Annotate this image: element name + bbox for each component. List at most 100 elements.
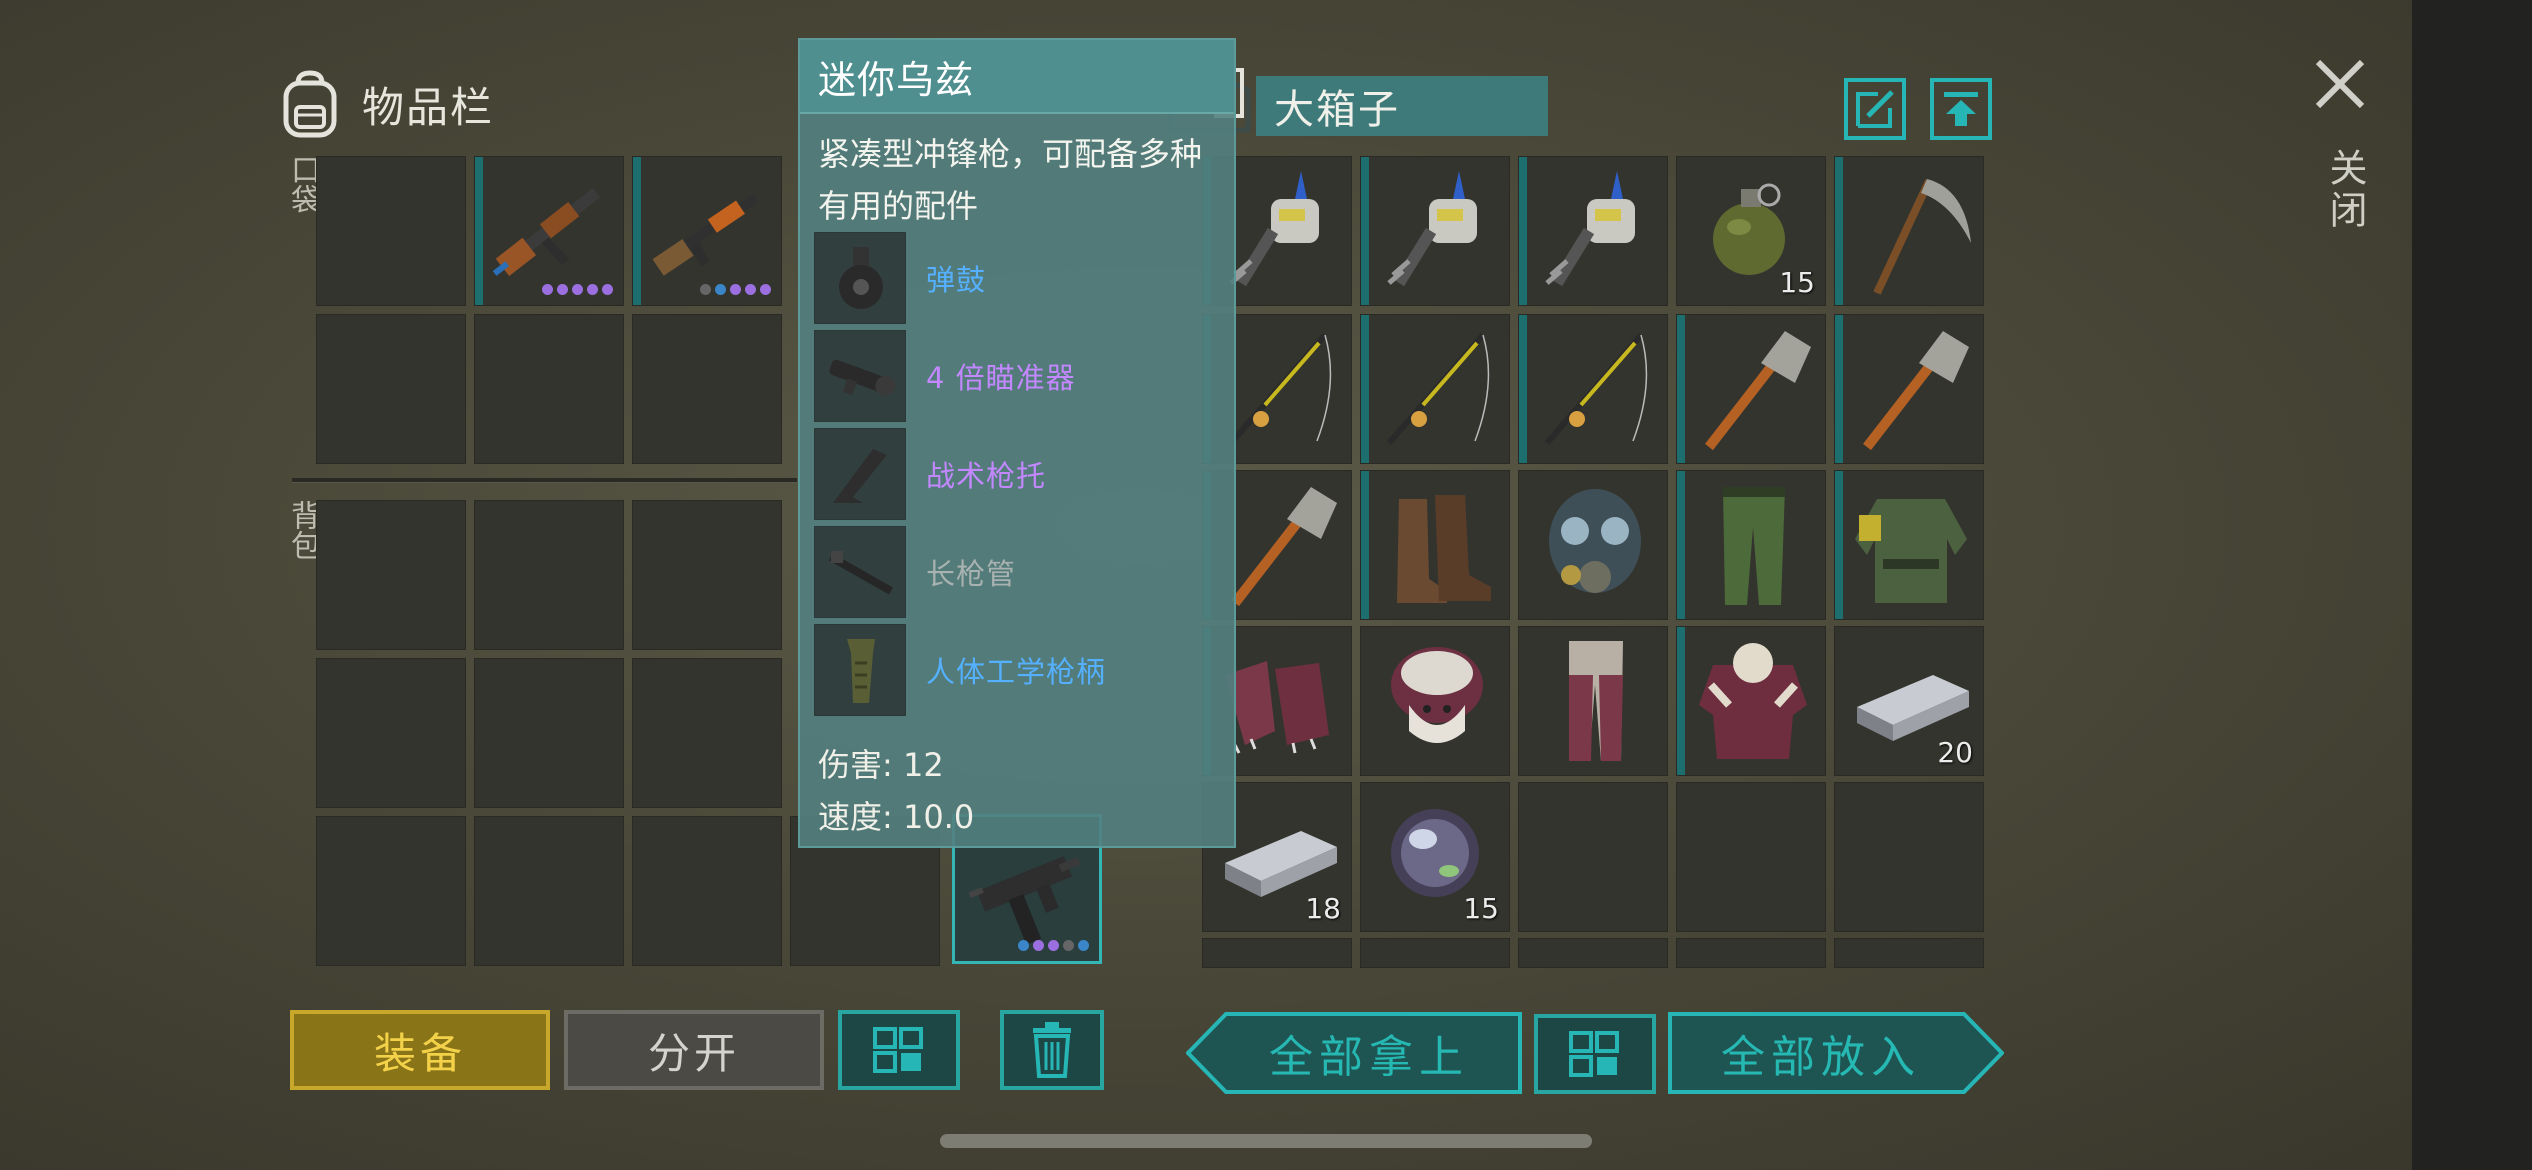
attachment-slot <box>814 232 906 324</box>
backpack-slot-empty[interactable] <box>632 500 782 650</box>
rarity-dots <box>1018 940 1089 951</box>
attachment-row: 长枪管 <box>814 526 1016 618</box>
fishing-rod-icon <box>1544 333 1648 445</box>
chest-slot-fur-hat[interactable] <box>1360 626 1510 776</box>
chest-slot-empty[interactable] <box>1202 938 1352 968</box>
close-icon[interactable] <box>2312 56 2368 112</box>
item-quantity: 15 <box>1779 266 1815 299</box>
attachment-label: 战术枪托 <box>926 459 1047 493</box>
pocket-slot-shotgun[interactable] <box>632 156 782 306</box>
chest-name: 大箱子 <box>1274 87 1400 133</box>
ak47-rifle-icon <box>492 187 601 277</box>
backpack-icon <box>283 70 337 138</box>
attachment-row: 弹鼓 <box>814 232 986 324</box>
chest-slot-empty[interactable] <box>1676 938 1826 968</box>
grid-sort-icon <box>1569 1031 1619 1077</box>
chest-slot-scythe[interactable] <box>1834 156 1984 306</box>
rarity-dots <box>542 284 613 295</box>
equip-button[interactable]: 装备 <box>290 1010 550 1090</box>
fishing-rod-icon <box>1386 333 1490 445</box>
slot-indicator-bar <box>475 157 483 305</box>
slot-indicator-bar <box>1677 471 1685 619</box>
tooltip-title: 迷你乌兹 <box>818 57 975 102</box>
chest-slot-gas-mask[interactable] <box>1518 470 1668 620</box>
pocket-slot-empty[interactable] <box>316 314 466 464</box>
backpack-slot-empty[interactable] <box>316 500 466 650</box>
close-label[interactable]: 关闭 <box>2318 148 2373 232</box>
chest-slot-fishing-rod[interactable] <box>1518 314 1668 464</box>
put-all-label: 全部放入 <box>1721 1032 1921 1083</box>
chest-slot-fishing-rod[interactable] <box>1360 314 1510 464</box>
attachment-slot <box>814 428 906 520</box>
drum-magazine-icon <box>839 247 883 309</box>
pocket-slot-empty[interactable] <box>632 314 782 464</box>
chest-slot-drill[interactable] <box>1518 156 1668 306</box>
inventory-header: 物品栏 <box>278 64 494 144</box>
put-all-button[interactable]: 全部放入 <box>1668 1012 2004 1094</box>
backpack-slot-empty[interactable] <box>474 658 624 808</box>
backpack-slot-empty[interactable] <box>316 816 466 966</box>
backpack-slot-empty[interactable] <box>632 658 782 808</box>
backpack-slot-empty[interactable] <box>474 816 624 966</box>
pocket-slot-empty[interactable] <box>316 156 466 306</box>
chest-slot-shovel[interactable] <box>1834 314 1984 464</box>
chest-slot-empty[interactable] <box>1676 782 1826 932</box>
item-quantity: 15 <box>1463 892 1499 925</box>
attachment-row: 战术枪托 <box>814 428 1046 520</box>
item-quantity: 18 <box>1305 892 1341 925</box>
rarity-dots <box>700 284 771 295</box>
edit-icon <box>1856 90 1894 128</box>
tooltip-title-bar: 迷你乌兹 <box>800 40 1234 114</box>
take-all-label: 全部拿上 <box>1269 1032 1469 1083</box>
sort-chest-button[interactable] <box>1534 1014 1656 1094</box>
chest-slot-shovel[interactable] <box>1676 314 1826 464</box>
chest-slot-lens[interactable]: 15 <box>1360 782 1510 932</box>
home-indicator[interactable] <box>940 1134 1592 1148</box>
chest-slot-empty[interactable] <box>1834 782 1984 932</box>
pocket-slot-empty[interactable] <box>474 314 624 464</box>
chest-slot-camo-pants[interactable] <box>1676 470 1826 620</box>
chest-slot-fur-pants[interactable] <box>1518 626 1668 776</box>
chest-slot-vest[interactable] <box>1834 470 1984 620</box>
camo-pants-icon <box>1723 487 1785 605</box>
chest-slot-drill[interactable] <box>1360 156 1510 306</box>
shovel-icon <box>1863 331 1969 451</box>
slot-indicator-bar <box>1519 315 1527 463</box>
backpack-slot-empty[interactable] <box>474 500 624 650</box>
attachment-row: 4 倍瞄准器 <box>814 330 1076 422</box>
slot-indicator-bar <box>1361 157 1369 305</box>
power-drill-icon <box>1545 171 1635 287</box>
chest-slot-fur-armor[interactable] <box>1676 626 1826 776</box>
slot-indicator-bar <box>1835 157 1843 305</box>
chest-slot-grenade[interactable]: 15 <box>1676 156 1826 306</box>
item-tooltip: 迷你乌兹 紧凑型冲锋枪，可配备多种有用的配件 弹鼓 4 倍瞄准器 战术枪托 长枪… <box>798 38 1236 848</box>
attachment-slot <box>814 526 906 618</box>
backpack-slot-empty[interactable] <box>316 658 466 808</box>
slot-indicator-bar <box>633 157 641 305</box>
scythe-icon <box>1873 179 1971 295</box>
chest-slot-boots[interactable] <box>1360 470 1510 620</box>
chest-slot-empty[interactable] <box>1518 782 1668 932</box>
upload-button[interactable] <box>1930 78 1992 140</box>
chest-slot-empty[interactable] <box>1360 938 1510 968</box>
shovel-icon <box>1705 331 1811 451</box>
shotgun-icon <box>652 193 759 276</box>
damage-stat: 伤害: 12 <box>818 746 944 784</box>
sort-inventory-button[interactable] <box>838 1010 960 1090</box>
grid-sort-icon <box>873 1027 923 1073</box>
take-all-button[interactable]: 全部拿上 <box>1186 1012 1522 1094</box>
fur-armor-icon <box>1699 643 1807 759</box>
backpack-slot-empty[interactable] <box>632 816 782 966</box>
pocket-slot-ak47[interactable] <box>474 156 624 306</box>
speed-stat: 速度: 10.0 <box>818 798 975 836</box>
rename-chest-button[interactable] <box>1844 78 1906 140</box>
slot-indicator-bar <box>1677 627 1685 775</box>
attachment-row: 人体工学枪柄 <box>814 624 1106 716</box>
chest-slot-iron-bar[interactable]: 20 <box>1834 626 1984 776</box>
barrel-icon <box>829 551 893 595</box>
split-button[interactable]: 分开 <box>564 1010 824 1090</box>
chest-slot-empty[interactable] <box>1518 938 1668 968</box>
chest-name-field[interactable]: 大箱子 <box>1256 76 1548 136</box>
trash-button[interactable] <box>1000 1010 1104 1090</box>
chest-slot-empty[interactable] <box>1834 938 1984 968</box>
